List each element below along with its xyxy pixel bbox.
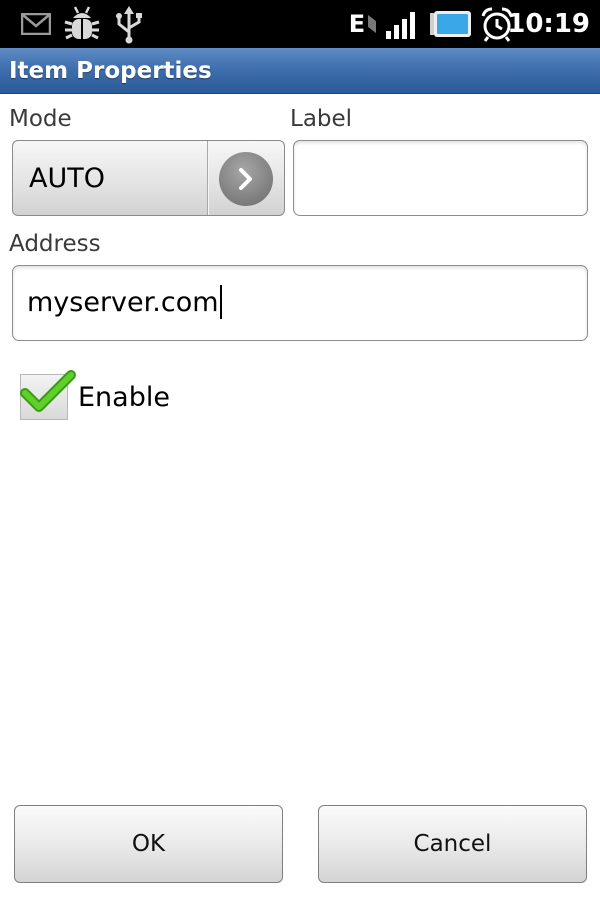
spinner-divider <box>207 141 209 215</box>
address-input-value: myserver.com <box>27 266 222 340</box>
chevron-right-icon[interactable] <box>219 152 273 206</box>
mode-spinner[interactable]: AUTO <box>12 140 285 216</box>
address-input[interactable]: myserver.com <box>12 265 588 341</box>
status-bar: E 10:19 <box>0 0 600 48</box>
checkmark-icon <box>19 367 77 421</box>
label-input[interactable] <box>293 140 588 216</box>
mode-value: AUTO <box>29 163 105 194</box>
text-cursor <box>219 284 222 319</box>
address-label: Address <box>9 231 101 257</box>
enable-label[interactable]: Enable <box>78 378 170 418</box>
label-field-label: Label <box>290 106 353 132</box>
dialog-title-bar: Item Properties <box>0 48 600 94</box>
enable-checkbox[interactable] <box>20 370 76 420</box>
screen: E 10:19 Item Properties Mode AUTO Label … <box>0 0 600 900</box>
battery-icon <box>428 0 474 48</box>
usb-icon <box>112 0 146 48</box>
address-text: myserver.com <box>27 287 219 318</box>
status-time: 10:19 <box>507 9 590 39</box>
cancel-button[interactable]: Cancel <box>318 805 587 883</box>
mail-icon <box>20 0 52 48</box>
debug-bug-icon <box>62 0 102 48</box>
network-type-label: E <box>348 10 366 38</box>
signal-icon <box>384 0 422 48</box>
ok-button[interactable]: OK <box>14 805 283 883</box>
dialog-title: Item Properties <box>9 58 212 84</box>
mode-label: Mode <box>9 106 72 132</box>
network-e-icon: E <box>345 0 381 48</box>
